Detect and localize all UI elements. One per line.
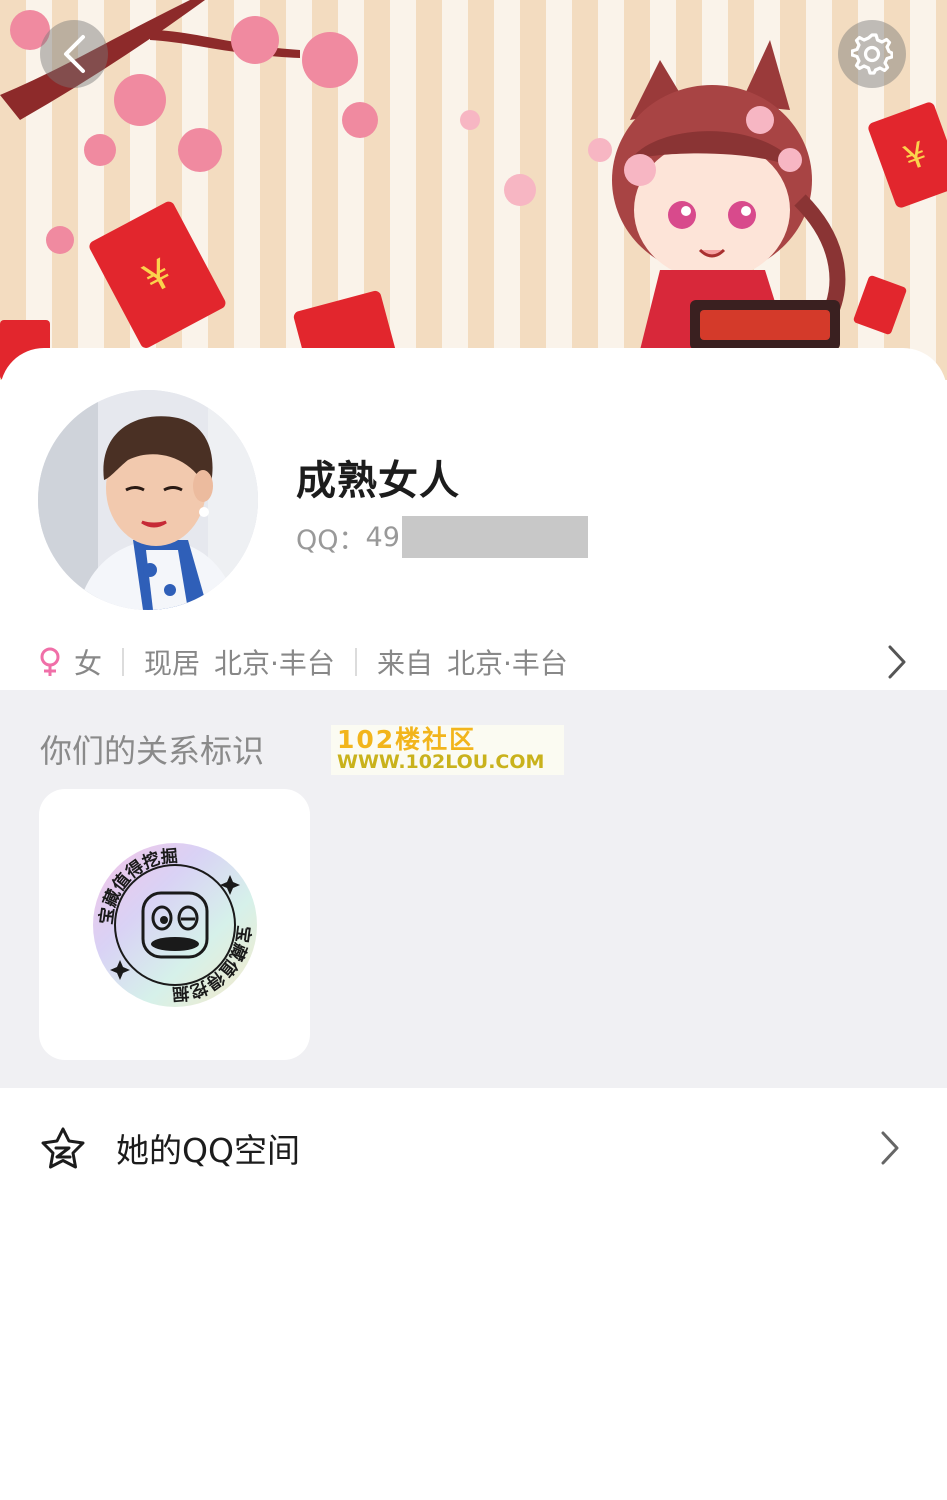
chevron-right-icon: [881, 1131, 899, 1165]
settings-button[interactable]: [838, 20, 906, 88]
gear-icon: [851, 33, 893, 75]
profile-card: 成熟女人 QQ： 49 女 现居 北京·丰台 来自 北京·丰台: [0, 348, 947, 690]
gender-text: 女: [74, 647, 103, 680]
avatar-photo: [38, 390, 258, 610]
nickname: 成熟女人: [296, 458, 460, 504]
chevron-right-icon: [888, 645, 906, 679]
avatar[interactable]: [38, 390, 258, 610]
cover-artwork: ¥ ¥: [0, 0, 947, 380]
hometown-label: 来自: [376, 647, 433, 680]
hometown-value: 北京·丰台: [446, 647, 568, 680]
cover-banner: ¥ ¥: [0, 0, 947, 380]
female-icon: [40, 647, 60, 676]
qq-label: QQ：: [296, 524, 366, 556]
qq-redaction-mask: [401, 516, 588, 558]
back-button[interactable]: [40, 20, 108, 88]
residence-label: 现居: [144, 647, 201, 680]
divider: [354, 648, 357, 676]
chevron-left-icon: [64, 35, 85, 73]
qzone-star-icon: [41, 1127, 85, 1169]
qzone-label: 她的QQ空间: [116, 1131, 300, 1170]
qq-number: QQ： 49: [296, 516, 588, 558]
relation-badge-card[interactable]: 宝藏值得挖掘 宝藏值得挖掘: [39, 789, 310, 1060]
divider: [122, 648, 125, 676]
relation-section: 你们的关系标识 102楼社区 WWW.102LOU.COM 宝藏值得挖掘 宝藏值…: [0, 690, 947, 1088]
profile-info-row[interactable]: 女 现居 北京·丰台 来自 北京·丰台: [38, 640, 908, 684]
qzone-entry[interactable]: 她的QQ空间: [0, 1088, 947, 1208]
watermark-line1: 102楼社区: [337, 725, 477, 754]
relation-title: 你们的关系标识: [40, 732, 265, 770]
qq-digits: 49: [365, 521, 400, 553]
residence-item: 现居 北京·丰台: [144, 642, 335, 682]
residence-value: 北京·丰台: [214, 647, 335, 680]
hometown-item: 来自 北京·丰台: [377, 642, 568, 682]
relation-badge: 宝藏值得挖掘 宝藏值得挖掘: [92, 842, 257, 1007]
watermark-line2: WWW.102LOU.COM: [337, 751, 545, 773]
gender-item: 女: [38, 642, 102, 682]
watermark: 102楼社区 WWW.102LOU.COM: [331, 725, 564, 775]
